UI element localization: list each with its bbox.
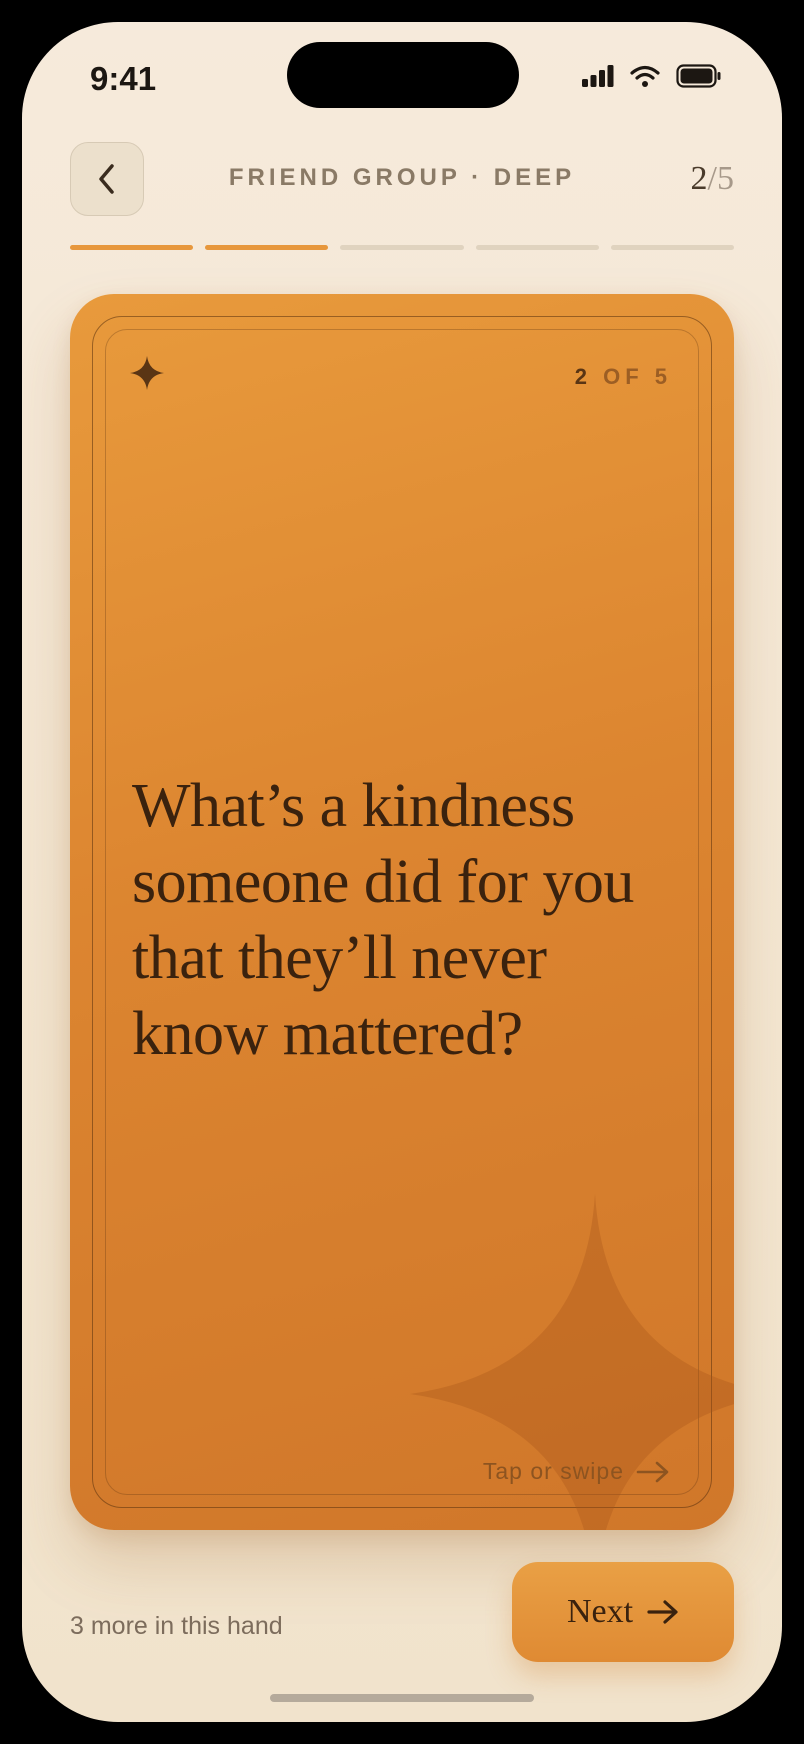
four-point-star-icon — [130, 356, 164, 390]
tap-hint: Tap or swipe — [483, 1458, 670, 1485]
home-indicator — [270, 1694, 534, 1702]
card-counter: 2/5 — [691, 160, 734, 198]
counter-total: 5 — [717, 160, 734, 197]
progress-segment — [340, 245, 464, 250]
battery-icon — [676, 64, 721, 88]
counter-current: 2 — [690, 160, 708, 197]
progress-segment — [70, 245, 194, 250]
progress-segment — [205, 245, 329, 250]
wifi-icon — [630, 65, 660, 87]
arrow-right-icon — [647, 1600, 678, 1624]
phone-screen: 9:41 FRIEND GROUP · DEEP 2/5 2 OF 5 What… — [22, 22, 782, 1722]
remaining-cards-text: 3 more in this hand — [70, 1612, 283, 1640]
status-time: 9:41 — [90, 60, 157, 97]
card-position: 2 OF 5 — [575, 364, 672, 390]
card-position-rest: OF 5 — [603, 364, 672, 389]
progress-segment — [475, 245, 599, 250]
progress-bar — [70, 245, 735, 250]
card-position-current: 2 — [574, 364, 592, 389]
tap-hint-label: Tap or swipe — [482, 1458, 624, 1484]
signal-icon — [582, 65, 614, 87]
dynamic-island — [287, 42, 519, 108]
arrow-right-icon — [636, 1461, 669, 1482]
progress-segment — [610, 245, 735, 250]
chevron-left-icon — [99, 164, 114, 194]
question-card[interactable]: 2 OF 5 What’s a kindness someone did for… — [70, 294, 734, 1530]
next-button-label: Next — [566, 1593, 634, 1630]
question-text: What’s a kindness someone did for you th… — [132, 772, 634, 1068]
status-icons — [582, 64, 722, 88]
deck-title: FRIEND GROUP · DEEP — [228, 164, 576, 191]
back-button[interactable] — [70, 142, 144, 216]
counter-separator: / — [707, 160, 717, 197]
next-button[interactable]: Next — [512, 1562, 734, 1662]
